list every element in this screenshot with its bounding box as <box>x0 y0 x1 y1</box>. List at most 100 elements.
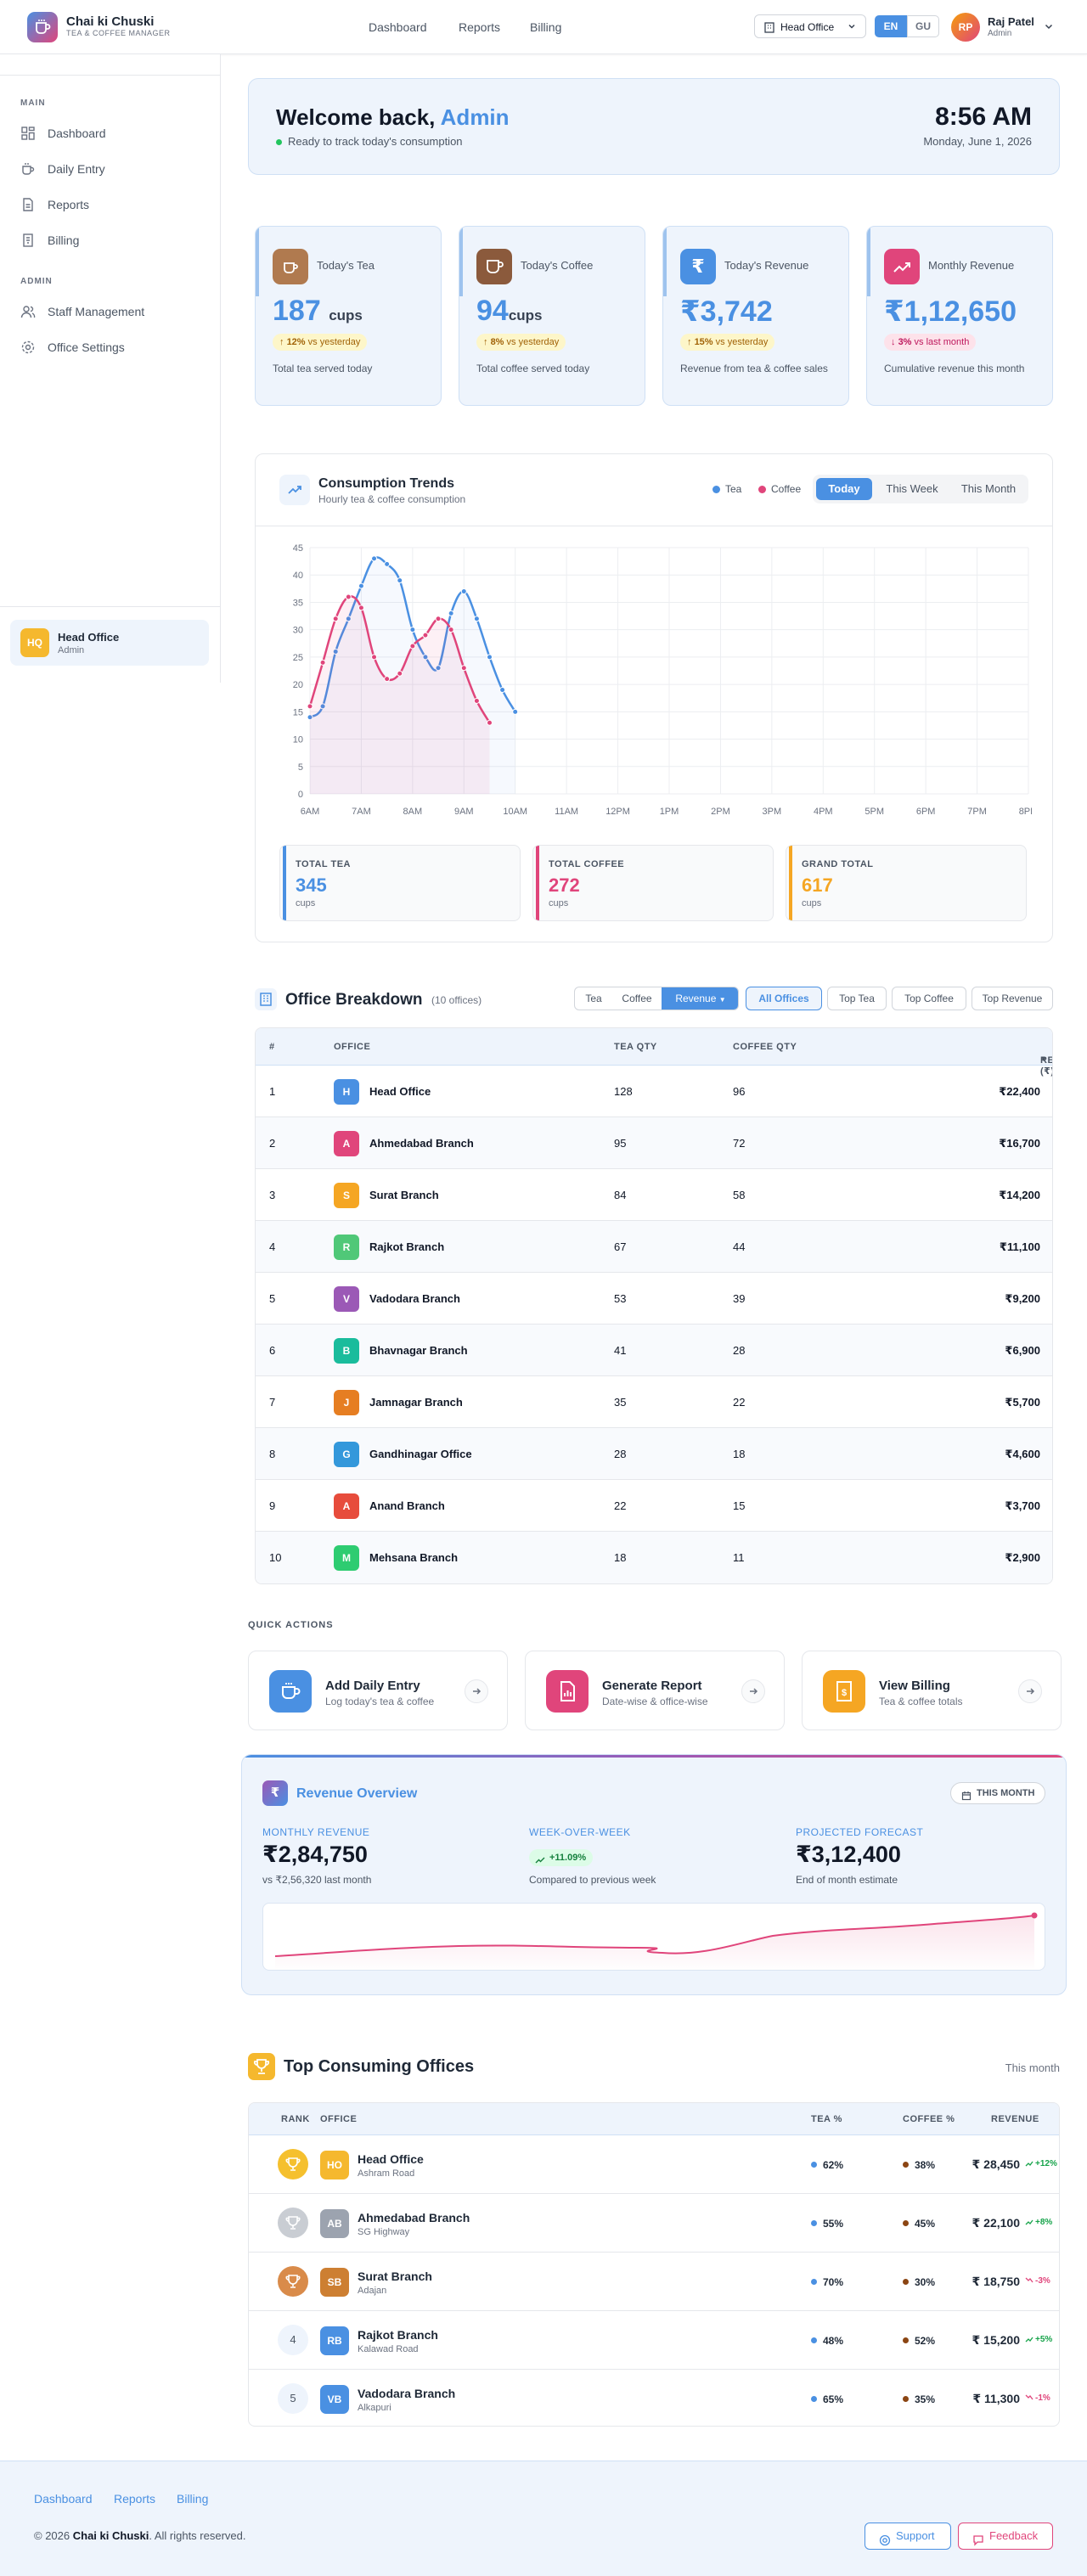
current-office-card[interactable]: HQ Head Office Admin <box>10 620 209 666</box>
coffee-pct: 38% <box>903 2159 935 2171</box>
office-select[interactable]: Head Office <box>754 14 866 38</box>
legend-tea[interactable]: Tea <box>712 483 741 495</box>
sidebar-item-office-settings[interactable]: Office Settings <box>20 335 199 360</box>
data-point-coffee <box>409 643 416 650</box>
table-row[interactable]: 4 RB Rajkot Branch Kalawad Road 48% 52% … <box>249 2311 1059 2370</box>
total-value: 617 <box>802 875 833 896</box>
metric-tea-button[interactable]: Tea <box>575 987 612 1010</box>
period-this-month-button[interactable]: This Month <box>952 478 1025 500</box>
table-row[interactable]: SB Surat Branch Adajan 70% 30% ₹ 18,750 … <box>249 2253 1059 2311</box>
table-row[interactable]: 10 M Mehsana Branch 18 11 ₹2,900 <box>256 1532 1052 1583</box>
sidebar-item-reports[interactable]: Reports <box>20 192 199 217</box>
period-today-button[interactable]: Today <box>816 478 872 500</box>
view-billing-action[interactable]: $ View Billing Tea & coffee totals <box>802 1651 1062 1730</box>
col-office[interactable]: OFFICE <box>334 1042 370 1052</box>
office-avatar: VB <box>320 2385 349 2414</box>
table-row[interactable]: 5 V Vadodara Branch 53 39 ₹9,200 <box>256 1273 1052 1325</box>
legend-coffee[interactable]: Coffee <box>758 483 801 495</box>
tea-qty: 84 <box>614 1189 627 1201</box>
filter-top-revenue[interactable]: Top Revenue <box>972 987 1053 1010</box>
y-tick-label: 35 <box>293 598 303 608</box>
y-tick-label: 0 <box>298 790 303 800</box>
table-row[interactable]: HO Head Office Ashram Road 62% 38% ₹ 28,… <box>249 2135 1059 2194</box>
feedback-button[interactable]: Feedback <box>958 2523 1053 2550</box>
table-row[interactable]: 6 B Bhavnagar Branch 41 28 ₹6,900 <box>256 1325 1052 1376</box>
stat-value: 187 cups <box>273 295 363 328</box>
stat-change-badge: ↑ 8% vs yesterday <box>476 334 566 351</box>
document-icon <box>20 197 36 215</box>
welcome-greeting: Welcome back, <box>276 104 436 130</box>
table-row[interactable]: 7 J Jamnagar Branch 35 22 ₹5,700 <box>256 1376 1052 1428</box>
nav-reports[interactable]: Reports <box>459 20 500 34</box>
trending-up-icon <box>1025 2336 1033 2345</box>
current-time: 8:56 AM <box>935 103 1032 131</box>
x-tick-label: 10AM <box>503 807 527 817</box>
user-avatar[interactable]: RP <box>951 13 980 42</box>
footer-link-billing[interactable]: Billing <box>177 2492 208 2506</box>
gear-icon <box>20 340 36 357</box>
wow-value: +11.09% <box>549 1853 587 1863</box>
office-avatar: R <box>334 1235 359 1260</box>
stat-change-badge: ↓ 3% vs last month <box>884 334 977 351</box>
lang-en-button[interactable]: EN <box>875 15 907 37</box>
metric-coffee-button[interactable]: Coffee <box>612 987 662 1010</box>
office-name: Surat Branch <box>369 1189 439 1201</box>
filter-top-tea[interactable]: Top Tea <box>827 987 887 1010</box>
data-point-coffee <box>460 665 467 672</box>
lang-gu-button[interactable]: GU <box>907 15 939 37</box>
filter-all-offices[interactable]: All Offices <box>746 987 822 1010</box>
wow-label: WEEK-OVER-WEEK <box>529 1826 631 1838</box>
table-row[interactable]: 5 VB Vadodara Branch Alkapuri 65% 35% ₹ … <box>249 2370 1059 2426</box>
table-row[interactable]: 3 S Surat Branch 84 58 ₹14,200 <box>256 1169 1052 1221</box>
table-row[interactable]: 1 H Head Office 128 96 ₹22,400 <box>256 1066 1052 1117</box>
coffee-dot-icon <box>903 2220 909 2226</box>
stat-card-monthly-revenue: Monthly Revenue ₹1,12,650 ↓ 3% vs last m… <box>866 226 1053 406</box>
metric-revenue-button[interactable]: Revenue ▼ <box>662 987 738 1010</box>
table-row[interactable]: 4 R Rajkot Branch 67 44 ₹11,100 <box>256 1221 1052 1273</box>
table-row[interactable]: AB Ahmedabad Branch SG Highway 55% 45% ₹… <box>249 2194 1059 2253</box>
support-label: Support <box>896 2529 935 2542</box>
office-avatar: G <box>334 1442 359 1467</box>
sparkline-end-dot <box>1031 1912 1038 1919</box>
data-point-tea <box>460 588 467 595</box>
revenue-period-pill[interactable]: THIS MONTH <box>950 1782 1045 1804</box>
coffee-pct-value: 45% <box>915 2218 936 2230</box>
status-dot-icon <box>276 139 282 146</box>
tea-pct-value: 70% <box>823 2276 844 2288</box>
filter-top-coffee[interactable]: Top Coffee <box>892 987 966 1010</box>
footer-link-dashboard[interactable]: Dashboard <box>34 2492 93 2506</box>
user-menu-chevron-icon[interactable] <box>1043 20 1055 37</box>
brand-logo[interactable] <box>27 12 58 42</box>
col-index[interactable]: # <box>269 1042 275 1052</box>
data-point-coffee <box>422 632 429 638</box>
table-row[interactable]: 8 G Gandhinagar Office 28 18 ₹4,600 <box>256 1428 1052 1480</box>
period-this-week-button[interactable]: This Week <box>876 478 949 500</box>
revenue-value: ₹2,900 <box>1005 1551 1040 1564</box>
sidebar-item-daily-entry[interactable]: Daily Entry <box>20 156 199 182</box>
col-coffee-qty[interactable]: COFFEE QTY <box>733 1042 797 1052</box>
office-avatar: M <box>334 1545 359 1571</box>
col-tea-qty[interactable]: TEA QTY <box>614 1042 657 1052</box>
quick-actions-label: QUICK ACTIONS <box>248 1620 334 1630</box>
nav-billing[interactable]: Billing <box>530 20 561 34</box>
stat-change-badge: ↑ 15% vs yesterday <box>680 334 775 351</box>
stat-card-coffee: Today's Coffee 94cups ↑ 8% vs yesterday … <box>459 226 645 406</box>
stat-change-badge: ↑ 12% vs yesterday <box>273 334 368 351</box>
support-button[interactable]: Support <box>865 2523 951 2550</box>
total-unit: cups <box>802 898 822 908</box>
sidebar-item-billing[interactable]: Billing <box>20 228 199 253</box>
stat-label: Today's Revenue <box>724 259 809 272</box>
tea-qty: 18 <box>614 1551 627 1564</box>
row-index: 9 <box>269 1499 276 1512</box>
data-point-tea <box>499 687 506 694</box>
footer-link-reports[interactable]: Reports <box>114 2492 155 2506</box>
sidebar-item-staff-management[interactable]: Staff Management <box>20 299 199 324</box>
support-icon <box>879 2530 891 2556</box>
generate-report-action[interactable]: Generate Report Date-wise & office-wise <box>525 1651 785 1730</box>
table-row[interactable]: 9 A Anand Branch 22 15 ₹3,700 <box>256 1480 1052 1532</box>
nav-dashboard[interactable]: Dashboard <box>369 20 427 34</box>
sidebar-item-dashboard[interactable]: Dashboard <box>20 121 199 146</box>
monthly-revenue-value: ₹2,84,750 <box>262 1842 368 1867</box>
table-row[interactable]: 2 A Ahmedabad Branch 95 72 ₹16,700 <box>256 1117 1052 1169</box>
add-daily-entry-action[interactable]: Add Daily Entry Log today's tea & coffee <box>248 1651 508 1730</box>
